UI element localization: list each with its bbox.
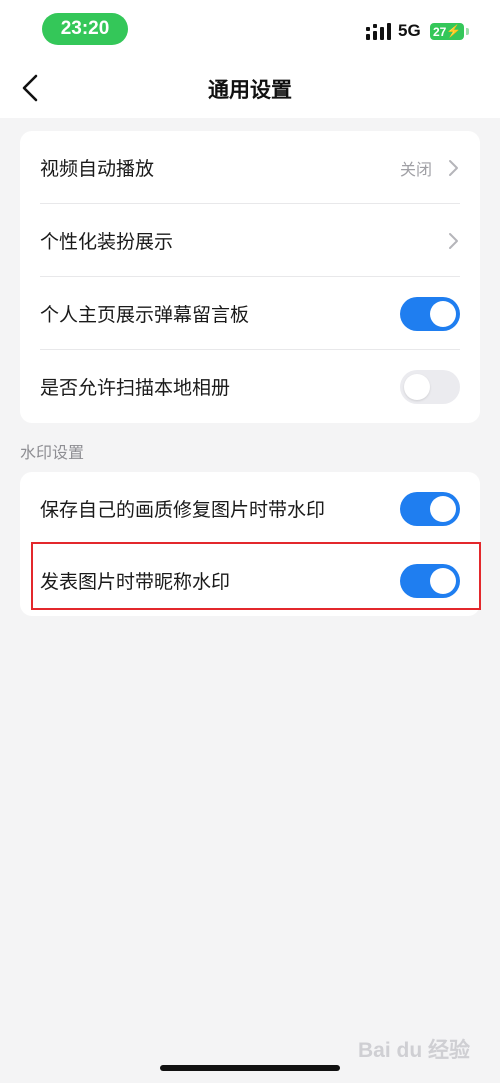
- signal-icon: [366, 23, 391, 40]
- setting-label: 视频自动播放: [40, 158, 155, 180]
- chevron-right-icon: [449, 159, 458, 176]
- battery-cap: [466, 28, 469, 35]
- page-title: 通用设置: [208, 78, 292, 102]
- battery-level: 27: [433, 24, 447, 39]
- setting-label: 是否允许扫描本地相册: [40, 377, 231, 399]
- setting-value: 关闭: [399, 159, 432, 179]
- toggle-knob: [430, 567, 456, 594]
- status-bar: 23:20 5G 27 ⚡: [0, 0, 500, 60]
- battery-icon: 27 ⚡: [430, 23, 464, 40]
- toggle-knob: [404, 373, 430, 400]
- general-settings-card: 视频自动播放 关闭 个性化装扮展示 个人主页展示弹幕留言板 是否允许扫描本地相册: [20, 131, 480, 423]
- setting-label: 个人主页展示弹幕留言板: [40, 304, 250, 326]
- nav-bar: 通用设置: [0, 60, 500, 118]
- nickname-watermark-toggle[interactable]: [400, 563, 460, 598]
- home-indicator: [160, 1065, 340, 1071]
- setting-row-restore-watermark: 保存自己的画质修复图片时带水印: [20, 472, 480, 545]
- status-time: 23:20: [42, 13, 128, 45]
- setting-row-personalized-decoration[interactable]: 个性化装扮展示: [20, 204, 480, 277]
- chevron-right-icon: [449, 232, 458, 249]
- setting-label: 个性化装扮展示: [40, 231, 174, 253]
- toggle-knob: [430, 495, 456, 522]
- setting-label: 发表图片时带昵称水印: [40, 571, 231, 593]
- baidu-watermark: Bai du 经验: [358, 1039, 471, 1062]
- watermark-settings-card: 保存自己的画质修复图片时带水印 发表图片时带昵称水印: [20, 472, 480, 616]
- setting-label: 保存自己的画质修复图片时带水印: [40, 499, 326, 521]
- toggle-knob: [430, 300, 456, 327]
- setting-row-nickname-watermark: 发表图片时带昵称水印: [20, 544, 480, 616]
- charging-bolt-icon: ⚡: [446, 24, 461, 38]
- setting-row-homepage-danmaku: 个人主页展示弹幕留言板: [20, 277, 480, 350]
- section-header-watermark: 水印设置: [20, 443, 85, 462]
- restore-watermark-toggle[interactable]: [400, 491, 460, 526]
- homepage-danmaku-toggle[interactable]: [400, 296, 460, 331]
- network-type: 5G: [398, 21, 421, 40]
- scan-album-toggle[interactable]: [400, 369, 460, 404]
- setting-row-video-autoplay[interactable]: 视频自动播放 关闭: [20, 131, 480, 204]
- setting-row-scan-album: 是否允许扫描本地相册: [20, 350, 480, 423]
